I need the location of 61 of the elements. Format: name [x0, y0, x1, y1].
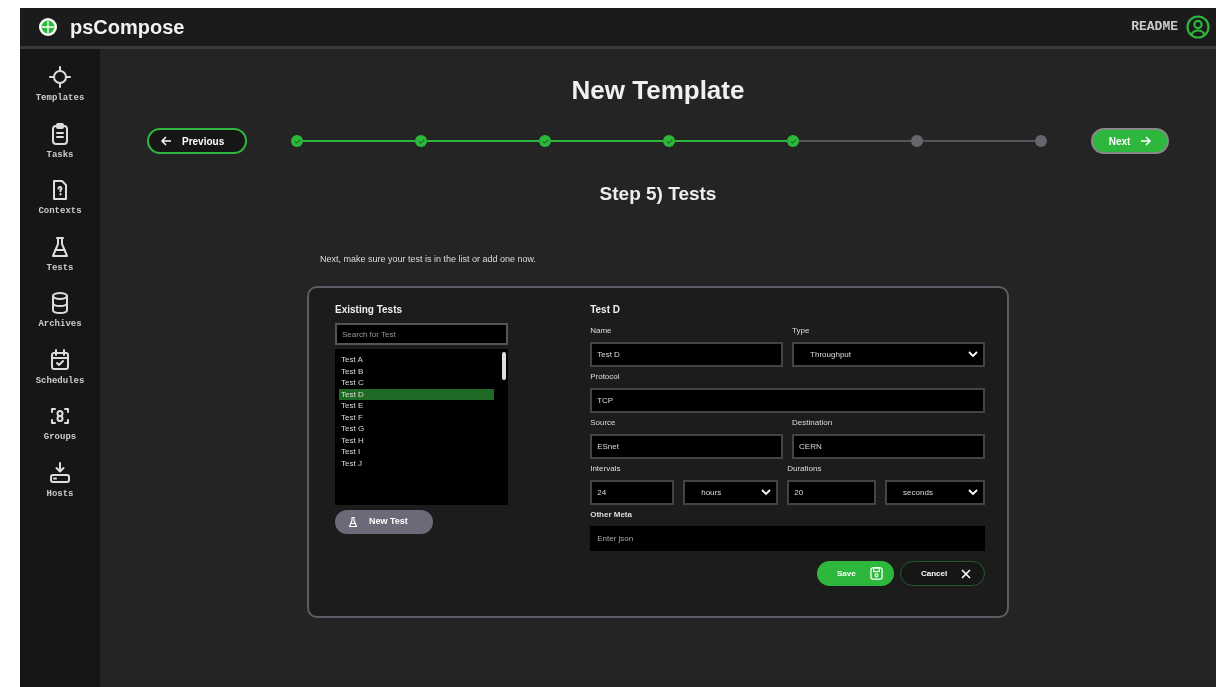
caret-icon: [968, 351, 978, 358]
app-title: psCompose: [70, 15, 185, 40]
sidebar-item[interactable]: Tests: [23, 232, 97, 277]
form-title: Test D: [590, 303, 621, 317]
search-field[interactable]: Search for Test: [335, 323, 509, 345]
input-field[interactable]: Test D: [590, 342, 784, 367]
input-field[interactable]: ESnet: [590, 434, 784, 459]
close-icon: [961, 568, 972, 579]
sidebar-item[interactable]: Tasks: [23, 119, 97, 164]
test-list-item[interactable]: Test B: [339, 365, 495, 377]
flask-icon: [347, 515, 359, 529]
previous-button[interactable]: Previous: [147, 128, 247, 154]
step-title: Step 5) Tests: [599, 182, 717, 206]
crosshair-icon: [48, 65, 72, 89]
select-field[interactable]: Throughput: [792, 342, 985, 367]
arrow-left-icon: [161, 136, 172, 146]
test-list-item[interactable]: Test F: [339, 411, 495, 423]
user-icon[interactable]: [1186, 15, 1210, 39]
caret-icon: [968, 489, 978, 496]
select-field[interactable]: hours: [683, 480, 779, 505]
test-list-item[interactable]: Test I: [339, 446, 495, 458]
field-label: Destination: [792, 417, 834, 429]
input-field[interactable]: 20: [787, 480, 877, 505]
sidebar-item[interactable]: Hosts: [23, 458, 97, 503]
field-label: Other Meta: [590, 509, 633, 521]
sidebar-item[interactable]: Templates: [23, 63, 97, 108]
field-label: Type: [792, 325, 811, 337]
test-list-item[interactable]: Test A: [339, 354, 495, 366]
save-icon: [869, 567, 883, 580]
field-label: Name: [590, 325, 613, 337]
instruction-text: Next, make sure your test is in the list or add one now.: [320, 252, 537, 266]
input-field[interactable]: Enter json: [590, 526, 985, 551]
input-field[interactable]: TCP: [590, 388, 985, 413]
test-list-item[interactable]: Test C: [339, 377, 495, 389]
arrow-right-icon: [1140, 136, 1152, 146]
caret-icon: [761, 489, 772, 496]
field-label: Durations: [787, 463, 823, 475]
sidebar-item[interactable]: Archives: [23, 289, 97, 334]
sidebar-item[interactable]: Contexts: [23, 176, 97, 221]
sidebar-item[interactable]: Groups: [23, 402, 97, 447]
calendar-check-icon: [48, 347, 72, 372]
cancel-button[interactable]: Cancel: [900, 561, 985, 586]
test-list-item[interactable]: Test D: [339, 388, 495, 400]
select-field[interactable]: seconds: [885, 480, 985, 505]
input-field[interactable]: CERN: [792, 434, 985, 459]
download-drive-icon: [48, 460, 72, 485]
field-label: Intervals: [590, 463, 622, 475]
test-list-item[interactable]: Test J: [339, 457, 495, 469]
section-title: Existing Tests: [335, 303, 404, 317]
test-list-item[interactable]: Test E: [339, 400, 495, 412]
sidebar-item[interactable]: Schedules: [23, 345, 97, 390]
logo-icon: [38, 17, 58, 37]
input-field[interactable]: 24: [590, 480, 675, 505]
page-title: New Template: [571, 74, 745, 107]
readme-link[interactable]: README: [1131, 17, 1178, 37]
field-label: Protocol: [590, 371, 621, 383]
field-label: Source: [590, 417, 617, 429]
test-list-item[interactable]: Test H: [339, 434, 495, 446]
new-test-button[interactable]: New Test: [335, 510, 433, 534]
scrollbar-thumb[interactable]: [502, 352, 507, 380]
test-list-item[interactable]: Test G: [339, 423, 495, 435]
